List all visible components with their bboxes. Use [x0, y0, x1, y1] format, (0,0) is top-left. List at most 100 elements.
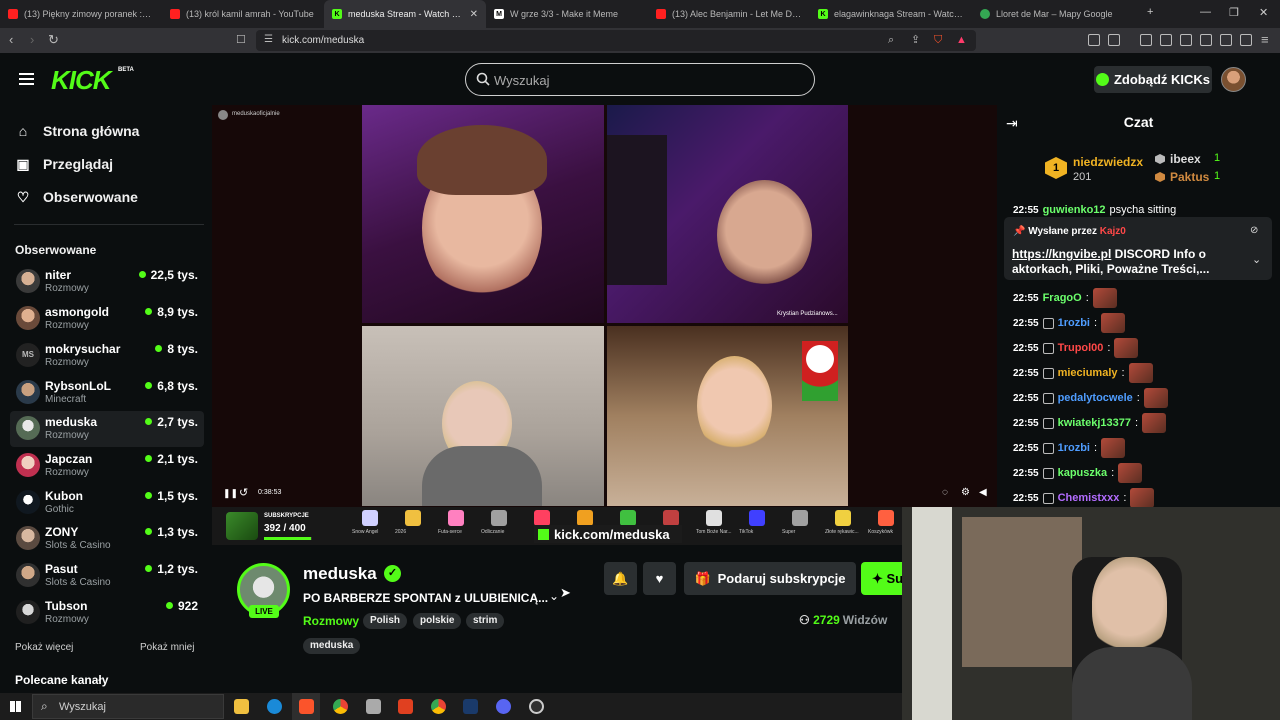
chat-username[interactable]: Trupol00 [1058, 342, 1104, 354]
taskbar-search[interactable]: ⌕ Wyszukaj [32, 694, 224, 719]
chevron-down-icon[interactable]: ⌄ [549, 589, 559, 603]
clip-icon[interactable]: ◌ [942, 487, 948, 498]
get-kicks-button[interactable]: Zdobądź KICKs [1094, 66, 1212, 93]
vpn-icon[interactable] [1240, 34, 1252, 46]
url-field[interactable]: ☰ kick.com/meduska ⌕ ⇪ ⛉ ▲ [256, 30, 976, 51]
followed-channel-zony[interactable]: ZONY Slots & Casino 1,3 tys. [10, 521, 204, 557]
emote [1092, 288, 1117, 308]
pinned-link[interactable]: https://kngvibe.pl [1012, 247, 1111, 261]
volume-icon[interactable]: ◀ [979, 487, 987, 498]
windows-start-icon[interactable] [10, 701, 21, 712]
chat-username[interactable]: 1rozbi [1058, 317, 1090, 329]
followed-channel-tubson[interactable]: Tubson Rozmowy 922 [10, 595, 204, 631]
followed-channel-kubon[interactable]: Kubon Gothic 1,5 tys. [10, 485, 204, 521]
sidebar-icon[interactable] [1180, 34, 1192, 46]
app-icon[interactable] [398, 699, 413, 714]
chat-panel: ⇥ Czat 1 niedzwiedzx 201 ibeex 1 Paktus … [997, 105, 1280, 508]
settings-icon[interactable]: ⚙ [961, 487, 970, 498]
chat-message: 22:55 1rozbi: [1013, 313, 1126, 333]
tag[interactable]: meduska [303, 638, 361, 654]
chat-username[interactable]: FragoO [1043, 292, 1082, 304]
followed-channel-pasut[interactable]: Pasut Slots & Casino 1,2 tys. [10, 558, 204, 594]
chat-username[interactable]: 1rozbi [1058, 442, 1090, 454]
nav-browse[interactable]: ▣ Przeglądaj [16, 156, 113, 172]
chat-username[interactable]: Chemistxxx [1058, 492, 1120, 504]
download-icon[interactable] [1140, 34, 1152, 46]
file-explorer-icon[interactable] [234, 699, 249, 714]
brave-shield-icon[interactable]: ⛉ [934, 33, 942, 47]
notifications-button[interactable]: 🔔 [604, 562, 637, 595]
music-icon[interactable] [1160, 34, 1172, 46]
menu-icon[interactable] [19, 73, 34, 85]
search-input[interactable]: Wyszukaj [465, 63, 815, 96]
followed-channel-japczan[interactable]: Japczan Rozmowy 2,1 tys. [10, 448, 204, 484]
forward-icon[interactable]: › [30, 33, 34, 47]
close-window-icon[interactable]: ✕ [1259, 6, 1268, 19]
discord-icon[interactable] [496, 699, 511, 714]
followed-channel-meduska[interactable]: meduska Rozmowy 2,7 tys. [10, 411, 204, 447]
user-avatar[interactable] [1221, 67, 1246, 92]
rewind-icon[interactable]: ↺ [239, 486, 248, 499]
back-icon[interactable]: ‹ [9, 33, 13, 47]
brave-rewards-icon[interactable]: ▲ [956, 33, 967, 47]
chrome-icon[interactable] [333, 699, 348, 714]
steam-icon[interactable] [463, 699, 478, 714]
gift-subs-button[interactable]: 🎁 Podaruj subskrypcje [684, 562, 856, 595]
wallet-icon[interactable] [1200, 34, 1212, 46]
followed-channel-rybsonlol[interactable]: RybsonLoL Minecraft 6,8 tys. [10, 375, 204, 411]
chat-username[interactable]: mieciumaly [1058, 367, 1118, 379]
brave-icon[interactable] [299, 699, 314, 714]
sticker-label: Snow Angel [352, 529, 379, 535]
chevron-down-icon[interactable]: ⌄ [1252, 253, 1261, 266]
menu-icon[interactable]: ≡ [1261, 33, 1269, 47]
tag[interactable]: polskie [413, 613, 462, 629]
extension-icon[interactable] [1108, 34, 1120, 46]
chat-username[interactable]: kwiatekj13377 [1058, 417, 1131, 429]
new-tab-icon[interactable]: + [1147, 6, 1153, 18]
avatar [16, 600, 40, 624]
category-link[interactable]: Rozmowy [303, 614, 359, 628]
share-icon[interactable]: ⇪ [911, 33, 920, 47]
kick-logo[interactable]: KICK [51, 65, 112, 96]
leo-icon[interactable] [1220, 34, 1232, 46]
browser-tab[interactable]: MW grze 3/3 - Make it Meme [486, 0, 648, 28]
pause-icon[interactable]: ❚❚ [223, 488, 238, 499]
obs-icon[interactable] [529, 699, 544, 714]
extension-icon[interactable] [1088, 34, 1100, 46]
close-tab-icon[interactable]: ✕ [470, 9, 478, 20]
browser-tab[interactable]: (13) Alec Benjamin - Let Me Down S [648, 0, 810, 28]
follow-button[interactable]: ♥ [643, 562, 676, 595]
chat-separator: : [1085, 292, 1089, 304]
chrome-icon[interactable] [431, 699, 446, 714]
chat-username[interactable]: pedalytocwele [1058, 392, 1133, 404]
person-body [1072, 647, 1192, 720]
video-player[interactable]: Krystian Pudzianows... meduskaoficjalnie… [212, 105, 997, 545]
bookmark-icon[interactable]: ☐ [236, 33, 246, 47]
nav-home[interactable]: ⌂ Strona główna [16, 123, 140, 139]
followed-channel-asmongold[interactable]: asmongold Rozmowy 8,9 tys. [10, 301, 204, 337]
zoom-icon[interactable]: ⌕ [888, 33, 894, 47]
maximize-icon[interactable]: ❐ [1229, 6, 1239, 19]
show-more-link[interactable]: Pokaż więcej [15, 642, 73, 653]
nav-following[interactable]: ♡ Obserwowane [16, 189, 138, 205]
browser-tab-active[interactable]: Kmeduska Stream - Watch Live ✕ [324, 0, 486, 28]
tag[interactable]: Polish [363, 613, 408, 629]
channel-name[interactable]: meduska [303, 564, 377, 584]
chat-username[interactable]: kapuszka [1058, 467, 1108, 479]
followed-channel-mokrysuchar[interactable]: MS mokrysuchar Rozmowy 8 tys. [10, 338, 204, 374]
browser-tab[interactable]: (13) Piękny zimowy poranek :) - YouT [0, 0, 162, 28]
hide-pin-icon[interactable]: ⊘ [1250, 225, 1258, 236]
followed-channel-niter[interactable]: niter Rozmowy 22,5 tys. [10, 264, 204, 300]
reload-icon[interactable]: ↻ [48, 33, 59, 47]
browser-tab[interactable]: (13) król kamil amrah - YouTube [162, 0, 324, 28]
app-icon[interactable] [366, 699, 381, 714]
tag[interactable]: strim [466, 613, 505, 629]
browser-tab[interactable]: Kelagawinknaga Stream - Watch L [810, 0, 972, 28]
subscribe-button[interactable]: ✦ Su [861, 562, 902, 595]
site-info-icon[interactable]: ☰ [264, 33, 273, 47]
minimize-icon[interactable]: — [1200, 6, 1211, 18]
edge-icon[interactable] [267, 699, 282, 714]
show-less-link[interactable]: Pokaż mniej [140, 642, 194, 653]
browser-tab[interactable]: Lloret de Mar – Mapy Google [972, 0, 1134, 28]
leaderboard-third-count: 1 [1214, 170, 1221, 182]
